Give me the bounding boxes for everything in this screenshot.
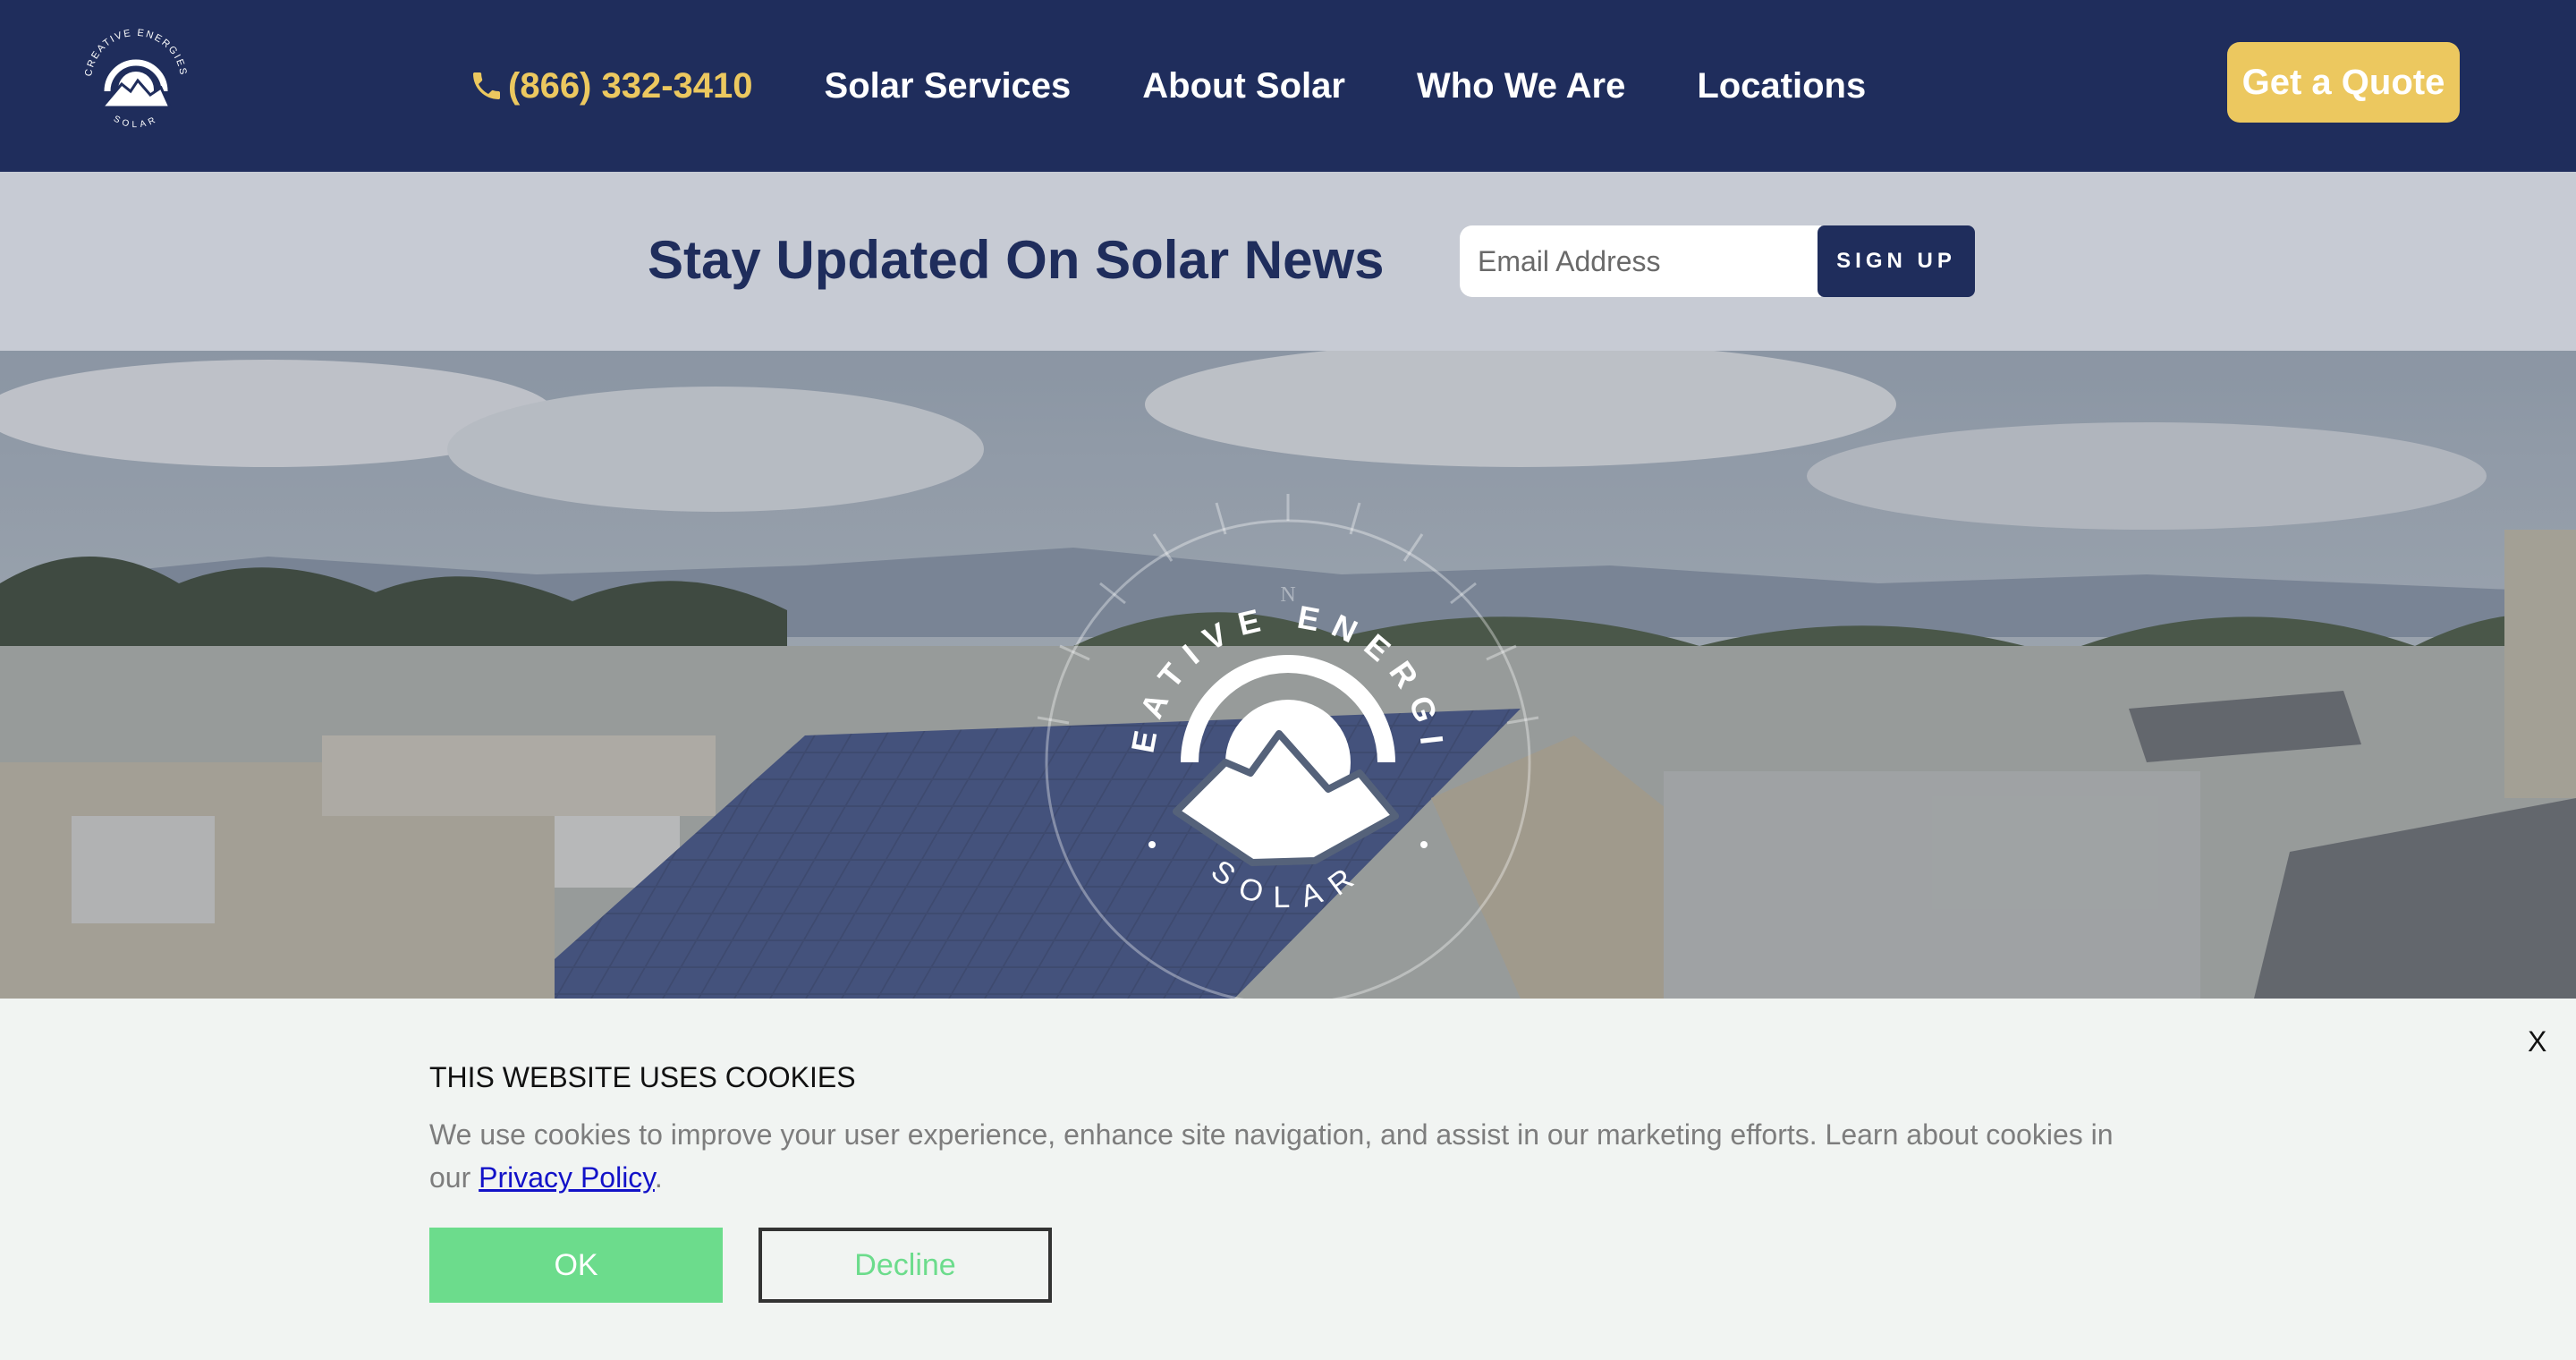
phone-icon — [473, 72, 500, 99]
cookie-description: We use cookies to improve your user expe… — [429, 1118, 2114, 1194]
ok-button[interactable]: OK — [429, 1228, 723, 1303]
newsletter-bar: Stay Updated On Solar News SIGN UP — [0, 172, 2576, 351]
cookie-banner: X THIS WEBSITE USES COOKIES We use cooki… — [0, 999, 2576, 1360]
nav-solar-services[interactable]: Solar Services — [825, 66, 1072, 106]
nav-locations[interactable]: Locations — [1697, 66, 1866, 106]
cookie-title: THIS WEBSITE USES COOKIES — [429, 1061, 856, 1093]
hero-banner: N CREATIVE ENERGIES SOLAR — [0, 351, 2576, 999]
privacy-policy-link[interactable]: Privacy Policy — [479, 1161, 655, 1194]
get-a-quote-button[interactable]: Get a Quote — [2227, 42, 2460, 123]
email-field[interactable] — [1460, 225, 1821, 297]
nav-who-we-are[interactable]: Who We Are — [1417, 66, 1625, 106]
svg-text:SOLAR: SOLAR — [112, 114, 160, 130]
sign-up-button[interactable]: SIGN UP — [1818, 225, 1975, 297]
svg-text:CREATIVE ENERGIES: CREATIVE ENERGIES — [1020, 494, 1452, 759]
nav-about-solar[interactable]: About Solar — [1142, 66, 1345, 106]
phone-link[interactable]: (866) 332-3410 — [469, 66, 753, 106]
creative-energies-solar-logo[interactable]: CREATIVE ENERGIES SOLAR — [75, 20, 197, 141]
close-cookie-button[interactable]: X — [2528, 1025, 2546, 1058]
main-nav: (866) 332-3410 Solar Services About Sola… — [469, 0, 1937, 172]
site-header: CREATIVE ENERGIES SOLAR (866) 332-3410 S… — [0, 0, 2576, 172]
creative-energies-emblem: N CREATIVE ENERGIES SOLAR — [1020, 494, 1539, 999]
decline-button[interactable]: Decline — [758, 1228, 1052, 1303]
svg-text:CREATIVE ENERGIES: CREATIVE ENERGIES — [83, 28, 189, 77]
phone-number: (866) 332-3410 — [508, 65, 753, 106]
newsletter-title: Stay Updated On Solar News — [648, 230, 1385, 290]
